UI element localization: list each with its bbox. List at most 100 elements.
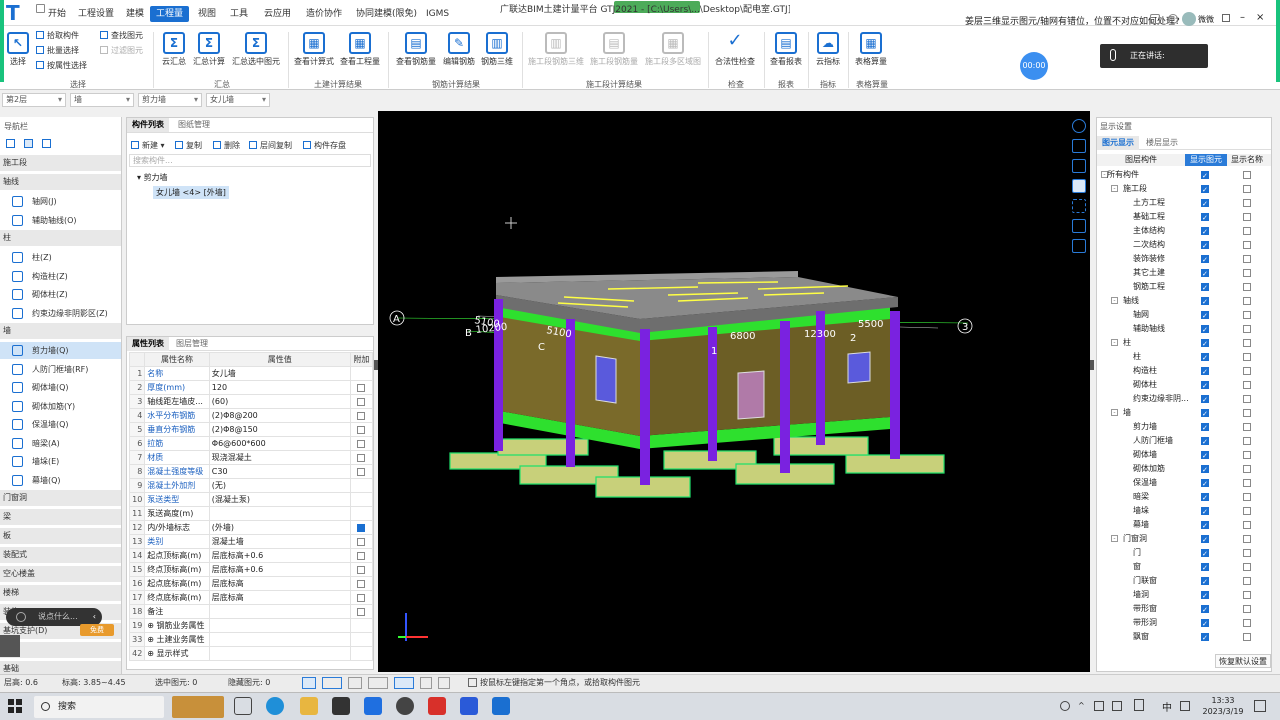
show-element-checkbox[interactable] <box>1201 337 1209 351</box>
menu-cloud[interactable]: 云应用 <box>258 6 297 22</box>
show-element-checkbox[interactable] <box>1201 225 1209 239</box>
property-value[interactable]: (2)Φ8@150 <box>208 422 351 437</box>
taskbar-search[interactable]: 搜索 <box>34 696 164 718</box>
show-element-checkbox[interactable] <box>1201 519 1209 533</box>
nav-item[interactable]: 柱(Z) <box>0 249 121 266</box>
chevron-up-icon[interactable]: ^ <box>1078 701 1085 710</box>
find-element-button[interactable]: 查找图元 <box>100 30 143 41</box>
tab-element-display[interactable]: 图元显示 <box>1097 136 1139 150</box>
property-row[interactable]: 4 水平分布钢筋 (2)Φ8@200 <box>128 408 374 423</box>
show-element-checkbox[interactable] <box>1201 463 1209 477</box>
zoom-extents-icon[interactable] <box>1072 199 1086 213</box>
property-row[interactable]: 13 类别 混凝土墙 <box>128 534 374 549</box>
tray-icon[interactable] <box>1060 701 1070 711</box>
nav-item[interactable]: 约束边缘非阴影区(Z) <box>0 305 121 322</box>
show-element-checkbox[interactable] <box>1201 211 1209 225</box>
property-value[interactable]: C30 <box>208 464 351 479</box>
volume-icon[interactable] <box>1112 701 1122 711</box>
property-value[interactable]: (混凝土泵) <box>208 492 351 507</box>
tree-toggle[interactable]: - <box>1111 297 1118 304</box>
show-name-checkbox[interactable] <box>1243 493 1251 501</box>
property-row[interactable]: 16 起点底标高(m) 层底标高 <box>128 576 374 591</box>
show-name-checkbox[interactable] <box>1243 199 1251 207</box>
nav-category[interactable]: 空心楼盖 <box>0 566 121 582</box>
property-value[interactable]: 层底标高 <box>208 590 351 605</box>
show-name-checkbox[interactable] <box>1243 227 1251 235</box>
property-value[interactable]: 层底标高+0.6 <box>208 548 351 563</box>
property-row[interactable]: 42 ⊕ 显示样式 <box>128 646 374 661</box>
menu-igms[interactable]: IGMS <box>420 6 455 22</box>
nav-category[interactable]: 门窗洞 <box>0 490 121 506</box>
show-name-checkbox[interactable] <box>1243 185 1251 193</box>
select-by-attr-button[interactable]: 按属性选择 <box>36 60 87 71</box>
nav-category[interactable]: 施工段 <box>0 155 121 171</box>
show-element-checkbox[interactable] <box>1201 253 1209 267</box>
show-name-checkbox[interactable] <box>1243 171 1251 179</box>
show-name-checkbox[interactable] <box>1243 619 1251 627</box>
keyboard-icon[interactable] <box>1180 701 1190 711</box>
battery-icon[interactable] <box>1134 699 1144 711</box>
chrome-icon[interactable] <box>396 697 414 715</box>
ime-indicator[interactable]: 中 <box>1162 699 1172 714</box>
property-row[interactable]: 7 材质 现浇混凝土 <box>128 450 374 465</box>
show-element-checkbox[interactable] <box>1201 491 1209 505</box>
nav-item[interactable]: 砌体柱(Z) <box>0 286 121 303</box>
extra-checkbox[interactable] <box>357 467 366 476</box>
extra-checkbox[interactable] <box>357 537 366 546</box>
property-value[interactable]: 120 <box>208 380 351 395</box>
filter-element-button[interactable]: 过滤图元 <box>100 45 143 56</box>
3d-view-icon[interactable] <box>1072 179 1086 193</box>
cross-icon[interactable] <box>348 677 362 689</box>
show-name-checkbox[interactable] <box>1243 241 1251 249</box>
notification-icon[interactable] <box>1254 700 1266 712</box>
copy-component-button[interactable]: 复制 <box>175 140 202 151</box>
edit-rebar-button[interactable]: ✎ 编辑钢筋 <box>440 32 478 67</box>
panel-splitter-handle[interactable] <box>374 360 378 370</box>
help-icon[interactable] <box>1222 14 1230 22</box>
ortho-icon[interactable] <box>302 677 316 689</box>
property-row[interactable]: 33 ⊕ 土建业务属性 <box>128 632 374 647</box>
nav-item[interactable]: 构造柱(Z) <box>0 268 121 285</box>
show-name-checkbox[interactable] <box>1243 465 1251 473</box>
property-row[interactable]: 11 泵送高度(m) <box>128 506 374 521</box>
frame-select-icon[interactable] <box>1072 219 1086 233</box>
show-element-checkbox[interactable] <box>1201 603 1209 617</box>
grid-view-icon[interactable] <box>42 139 51 148</box>
property-row[interactable]: 18 备注 <box>128 604 374 619</box>
angle-icon[interactable] <box>368 677 388 689</box>
show-element-checkbox[interactable] <box>1201 561 1209 575</box>
nav-category[interactable]: 装配式 <box>0 547 121 563</box>
panel-splitter-handle[interactable] <box>1090 360 1094 370</box>
windows-start-icon[interactable] <box>8 699 22 713</box>
extra-checkbox[interactable] <box>357 397 366 406</box>
top-view-icon[interactable] <box>1072 139 1086 153</box>
nav-item[interactable]: 暗梁(A) <box>0 435 121 452</box>
property-row[interactable]: 9 混凝土外加剂 (无) <box>128 478 374 493</box>
batch-select-button[interactable]: 批量选择 <box>36 45 79 56</box>
show-element-checkbox[interactable] <box>1201 379 1209 393</box>
show-element-checkbox[interactable] <box>1201 351 1209 365</box>
show-element-checkbox[interactable] <box>1201 533 1209 547</box>
show-name-checkbox[interactable] <box>1243 605 1251 613</box>
show-name-checkbox[interactable] <box>1243 563 1251 571</box>
wifi-icon[interactable] <box>1094 701 1104 711</box>
list-view-icon[interactable] <box>24 139 33 148</box>
show-name-checkbox[interactable] <box>1243 255 1251 263</box>
property-row[interactable]: 6 拉筋 Φ6@600*600 <box>128 436 374 451</box>
show-element-checkbox[interactable] <box>1201 407 1209 421</box>
property-value[interactable]: 混凝土墙 <box>208 534 351 549</box>
show-element-checkbox[interactable] <box>1201 449 1209 463</box>
show-element-checkbox[interactable] <box>1201 631 1209 645</box>
property-row[interactable]: 3 轴线距左墙皮... (60) <box>128 394 374 409</box>
view-report-button[interactable]: ▤ 查看报表 <box>768 32 804 67</box>
nav-category[interactable]: 柱 <box>0 230 121 246</box>
new-component-button[interactable]: 新建 ▾ <box>131 140 165 151</box>
polar-icon[interactable] <box>438 677 450 689</box>
nav-category[interactable]: 梁 <box>0 509 121 525</box>
show-name-checkbox[interactable] <box>1243 507 1251 515</box>
legality-check-button[interactable]: ✓ 合法性检查 <box>712 32 758 67</box>
meeting-timer[interactable]: 00:00 <box>1020 52 1048 80</box>
show-element-checkbox[interactable] <box>1201 323 1209 337</box>
nav-item[interactable]: 幕墙(Q) <box>0 472 121 489</box>
nav-item[interactable]: 剪力墙(Q) <box>0 342 121 359</box>
